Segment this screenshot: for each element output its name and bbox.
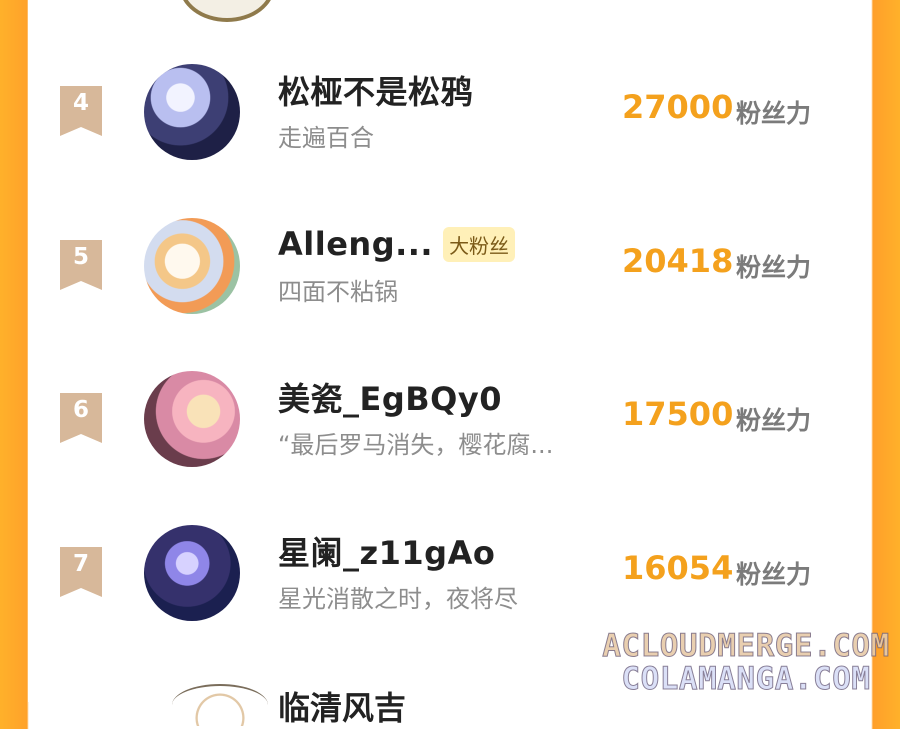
user-name[interactable]: 星阑_z11gAo [278, 528, 495, 574]
watermark-line-2: COLAMANGA.COM [621, 661, 871, 697]
user-subtitle: 星光消散之时，夜将尽 [278, 585, 518, 613]
score-value: 20418 [622, 242, 734, 280]
score-unit: 粉丝力 [736, 406, 812, 435]
avatar[interactable] [172, 684, 268, 726]
score-value: 27000 [622, 88, 734, 126]
score-value: 17500 [622, 395, 734, 433]
user-subtitle: 四面不粘锅 [278, 278, 398, 306]
list-item[interactable]: 5 Alleng... 大粉丝 四面不粘锅 20418 粉丝力 [28, 214, 870, 318]
watermark-line-1: ACLOUDMERGE.COM [602, 628, 890, 664]
name-row: 美瓷_EgBQy0 [278, 374, 502, 420]
avatar[interactable] [179, 0, 275, 22]
next-user-name[interactable]: 临清风吉 [278, 683, 406, 729]
score-unit: 粉丝力 [736, 253, 812, 282]
user-subtitle: 走遍百合 [278, 124, 374, 152]
name-row: 星阑_z11gAo [278, 528, 495, 574]
fan-badge: 大粉丝 [443, 226, 516, 262]
user-name[interactable]: 松桠不是松鸦 [278, 67, 473, 113]
rank-badge: 6 [60, 393, 102, 443]
score-unit: 粉丝力 [736, 99, 812, 128]
avatar[interactable] [144, 64, 240, 160]
score-value: 16054 [622, 549, 734, 587]
user-name[interactable]: Alleng... [278, 225, 433, 263]
avatar[interactable] [144, 218, 240, 314]
avatar[interactable] [144, 525, 240, 621]
list-item[interactable]: 6 美瓷_EgBQy0 “最后罗马消失，樱花腐... 17500 粉丝力 [28, 367, 870, 471]
name-row: 松桠不是松鸦 [278, 67, 473, 113]
rank-badge: 4 [60, 86, 102, 136]
user-name[interactable]: 美瓷_EgBQy0 [278, 374, 502, 420]
leaderboard-panel: 4 松桠不是松鸦 走遍百合 27000 粉丝力 5 Alleng... 大粉丝 … [28, 0, 870, 727]
rank-badge: 7 [60, 547, 102, 597]
name-row: Alleng... 大粉丝 [278, 224, 516, 264]
rank-badge: 5 [60, 240, 102, 290]
avatar[interactable] [144, 371, 240, 467]
watermark: ACLOUDMERGE.COM COLAMANGA.COM [601, 628, 891, 697]
list-item[interactable]: 7 星阑_z11gAo 星光消散之时，夜将尽 16054 粉丝力 [28, 521, 870, 625]
list-item[interactable]: 4 松桠不是松鸦 走遍百合 27000 粉丝力 [28, 60, 870, 164]
score-unit: 粉丝力 [736, 560, 812, 589]
user-subtitle: “最后罗马消失，樱花腐... [278, 431, 554, 459]
